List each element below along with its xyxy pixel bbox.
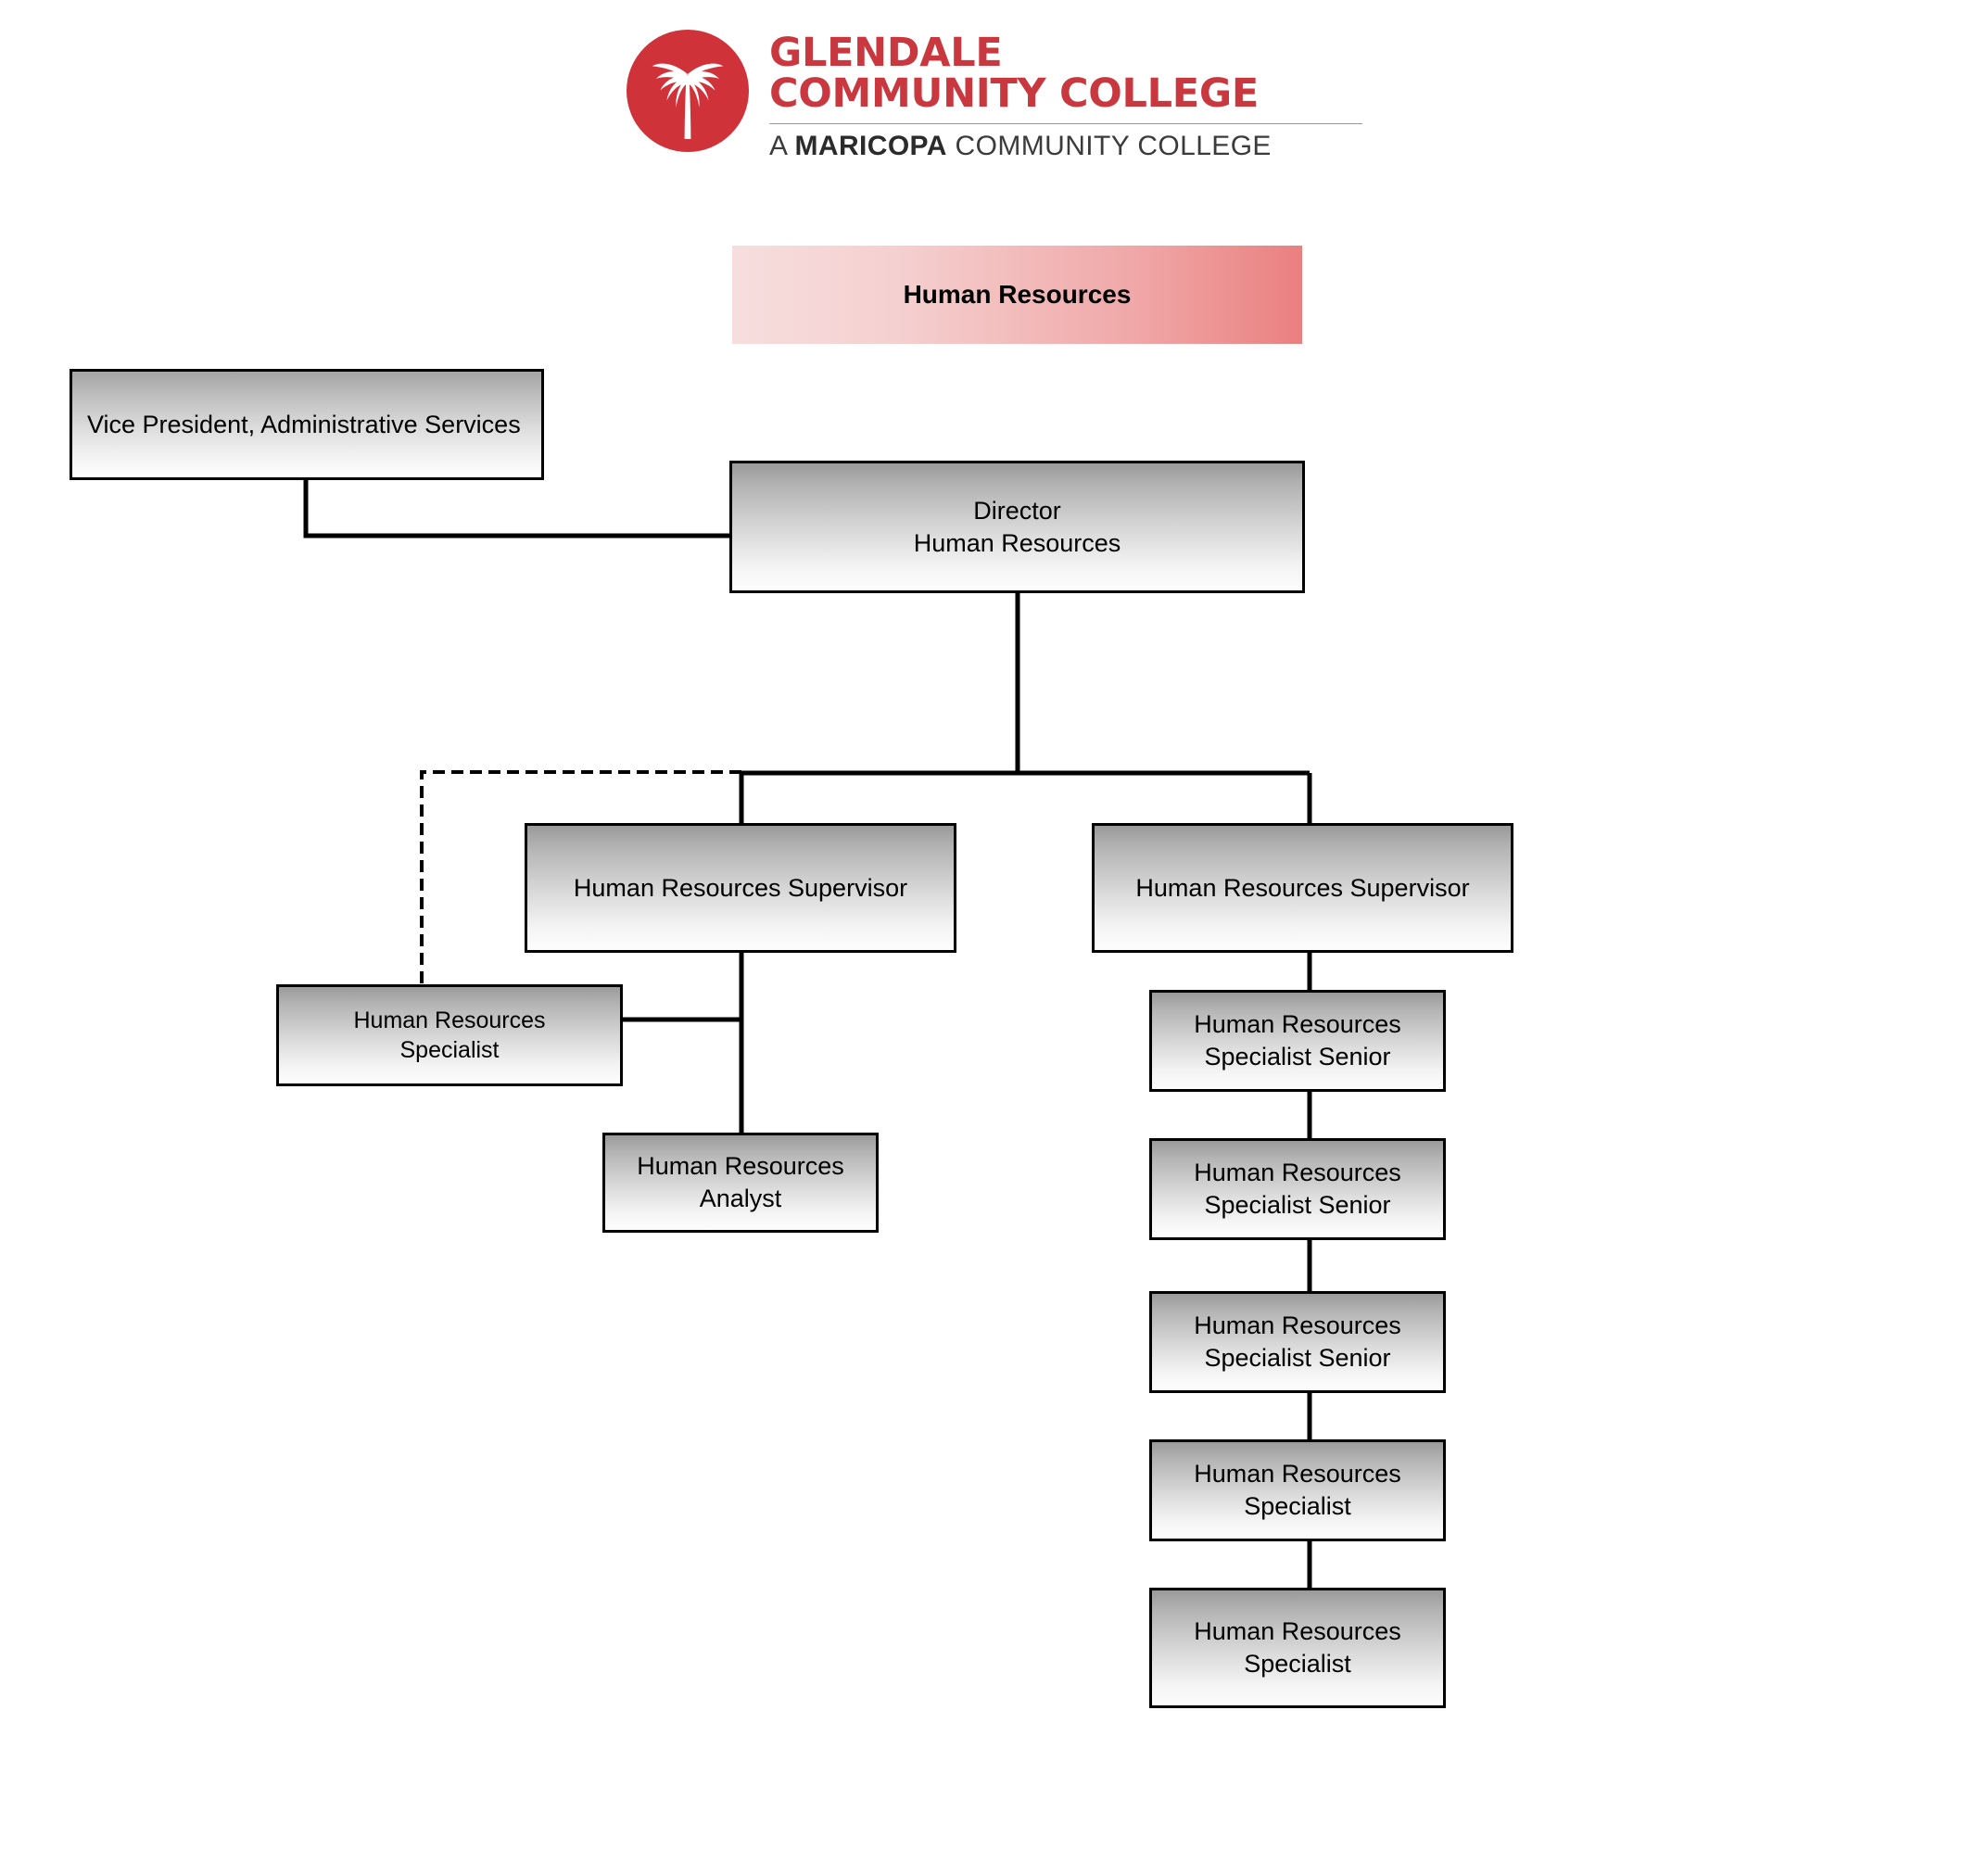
right-col-4-line-1: Human Resources (1194, 1617, 1401, 1646)
right-col-1-label: Human Resources Specialist Senior (1186, 1157, 1409, 1221)
right-col-2-line-2: Specialist Senior (1204, 1344, 1391, 1372)
right-col-3-line-1: Human Resources (1194, 1460, 1401, 1489)
analyst-line-2: Analyst (699, 1185, 782, 1212)
vice-president-label: Vice President, Administrative Services (87, 410, 521, 438)
node-human-resources-supervisor-right: Human Resources Supervisor (1092, 823, 1513, 953)
director-line-1: Director (973, 496, 1061, 525)
node-human-resources-banner: Human Resources (732, 246, 1302, 344)
node-right-col-1: Human Resources Specialist Senior (1149, 1138, 1446, 1240)
right-col-2-line-1: Human Resources (1194, 1311, 1401, 1340)
analyst-line-1: Human Resources (637, 1152, 844, 1181)
supervisor-left-label: Human Resources Supervisor (573, 873, 908, 902)
specialist-left-line-2: Specialist (399, 1037, 500, 1063)
supervisor-right-label: Human Resources Supervisor (1135, 873, 1470, 902)
right-col-4-line-2: Specialist (1244, 1650, 1351, 1678)
analyst-label: Human Resources Analyst (629, 1150, 852, 1214)
right-col-0-label: Human Resources Specialist Senior (1186, 1008, 1409, 1072)
node-right-col-2: Human Resources Specialist Senior (1149, 1291, 1446, 1393)
node-human-resources-supervisor-left: Human Resources Supervisor (525, 823, 956, 953)
node-right-col-0: Human Resources Specialist Senior (1149, 990, 1446, 1092)
node-human-resources-specialist-left: Human Resources Specialist (276, 984, 623, 1086)
right-col-0-line-1: Human Resources (1194, 1010, 1401, 1039)
banner-label: Human Resources (903, 280, 1132, 310)
right-col-1-line-2: Specialist Senior (1204, 1191, 1391, 1219)
right-col-3-line-2: Specialist (1244, 1492, 1351, 1520)
node-director-human-resources: Director Human Resources (729, 461, 1305, 593)
director-line-2: Human Resources (913, 528, 1121, 557)
node-right-col-3: Human Resources Specialist (1149, 1439, 1446, 1541)
org-chart-page: GLENDALE COMMUNITY COLLEGE A MARICOPA CO… (0, 0, 1988, 1875)
specialist-left-line-1: Human Resources (353, 1007, 546, 1033)
node-right-col-4: Human Resources Specialist (1149, 1588, 1446, 1708)
right-col-1-line-1: Human Resources (1194, 1159, 1401, 1187)
specialist-left-label: Human Resources Specialist (346, 1006, 552, 1065)
right-col-2-label: Human Resources Specialist Senior (1186, 1310, 1409, 1374)
right-col-3-label: Human Resources Specialist (1186, 1458, 1409, 1522)
director-label: Director Human Resources (906, 495, 1129, 559)
right-col-4-label: Human Resources Specialist (1186, 1615, 1409, 1679)
node-vice-president-administrative-services: Vice President, Administrative Services (70, 369, 544, 480)
connector-vp-to-director (303, 480, 732, 538)
right-col-0-line-2: Specialist Senior (1204, 1043, 1391, 1071)
node-human-resources-analyst: Human Resources Analyst (602, 1133, 879, 1233)
